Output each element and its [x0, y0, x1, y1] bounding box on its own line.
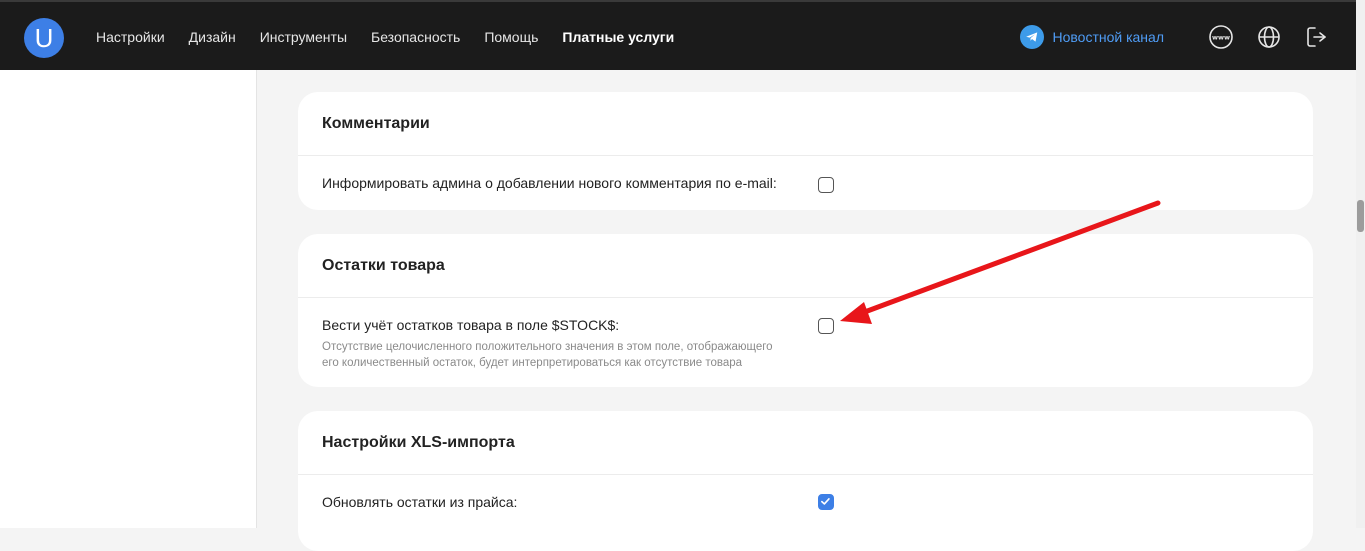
- page-scrollbar[interactable]: [1356, 0, 1365, 528]
- annotation-arrow: [840, 200, 1161, 324]
- scrollbar-thumb[interactable]: [1357, 200, 1364, 232]
